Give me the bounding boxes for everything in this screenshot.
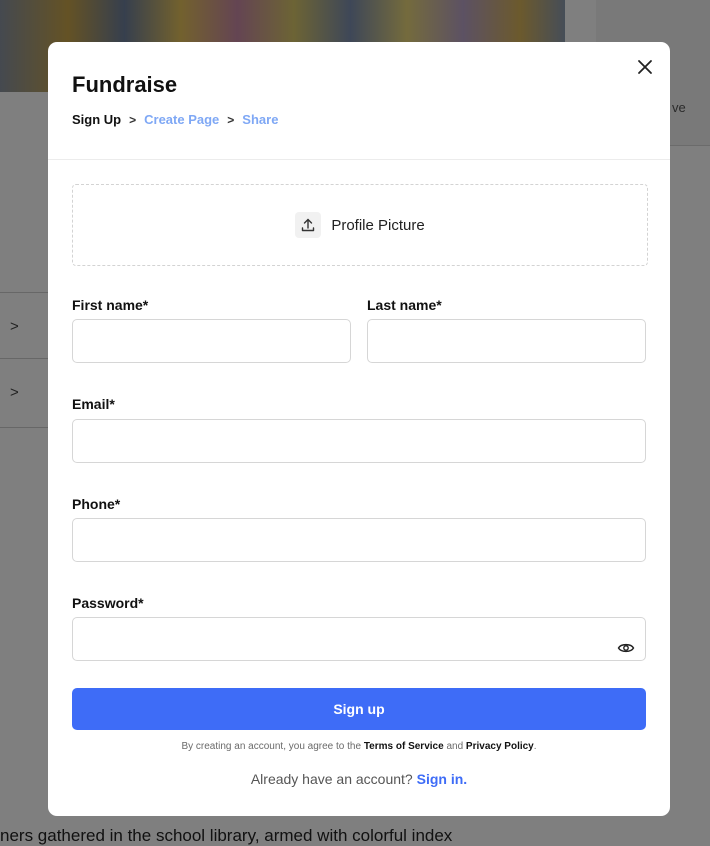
chevron-right-icon: >	[227, 112, 235, 127]
chevron-right-icon: >	[129, 112, 137, 127]
first-name-label: First name*	[72, 297, 149, 313]
terms-suffix: .	[533, 741, 537, 752]
close-icon[interactable]	[634, 56, 656, 78]
step-breadcrumb: Sign Up > Create Page > Share	[72, 112, 278, 127]
last-name-field[interactable]	[367, 319, 646, 363]
password-field[interactable]	[72, 617, 646, 661]
terms-prefix: By creating an account, you agree to the	[181, 741, 362, 752]
profile-picture-label: Profile Picture	[331, 216, 425, 234]
upload-icon	[295, 212, 322, 238]
phone-field[interactable]	[72, 518, 646, 562]
email-field[interactable]	[72, 419, 646, 463]
profile-picture-upload[interactable]: Profile Picture	[72, 184, 648, 266]
step-sign-up: Sign Up	[72, 112, 122, 127]
sign-in-prompt: Already have an account?	[250, 771, 413, 787]
phone-label: Phone*	[72, 496, 121, 512]
sign-up-button[interactable]: Sign up	[72, 688, 646, 730]
terms-and: and	[446, 741, 464, 752]
step-create-page[interactable]: Create Page	[144, 112, 219, 127]
sign-in-link[interactable]: Sign in.	[417, 771, 468, 787]
terms-of-service-link[interactable]: Terms of Service	[364, 741, 444, 752]
last-name-label: Last name*	[367, 297, 442, 313]
step-share[interactable]: Share	[242, 112, 278, 127]
fundraise-modal: Fundraise Sign Up > Create Page > Share …	[48, 42, 670, 816]
email-label: Email*	[72, 396, 115, 412]
password-label: Password*	[72, 595, 144, 611]
terms-notice: By creating an account, you agree to the…	[48, 741, 670, 752]
first-name-field[interactable]	[72, 319, 351, 363]
show-password-eye-icon[interactable]	[617, 639, 635, 657]
privacy-policy-link[interactable]: Privacy Policy	[466, 741, 534, 752]
sign-in-row: Already have an account? Sign in.	[48, 771, 670, 787]
header-divider	[48, 159, 670, 160]
modal-title: Fundraise	[72, 72, 178, 97]
